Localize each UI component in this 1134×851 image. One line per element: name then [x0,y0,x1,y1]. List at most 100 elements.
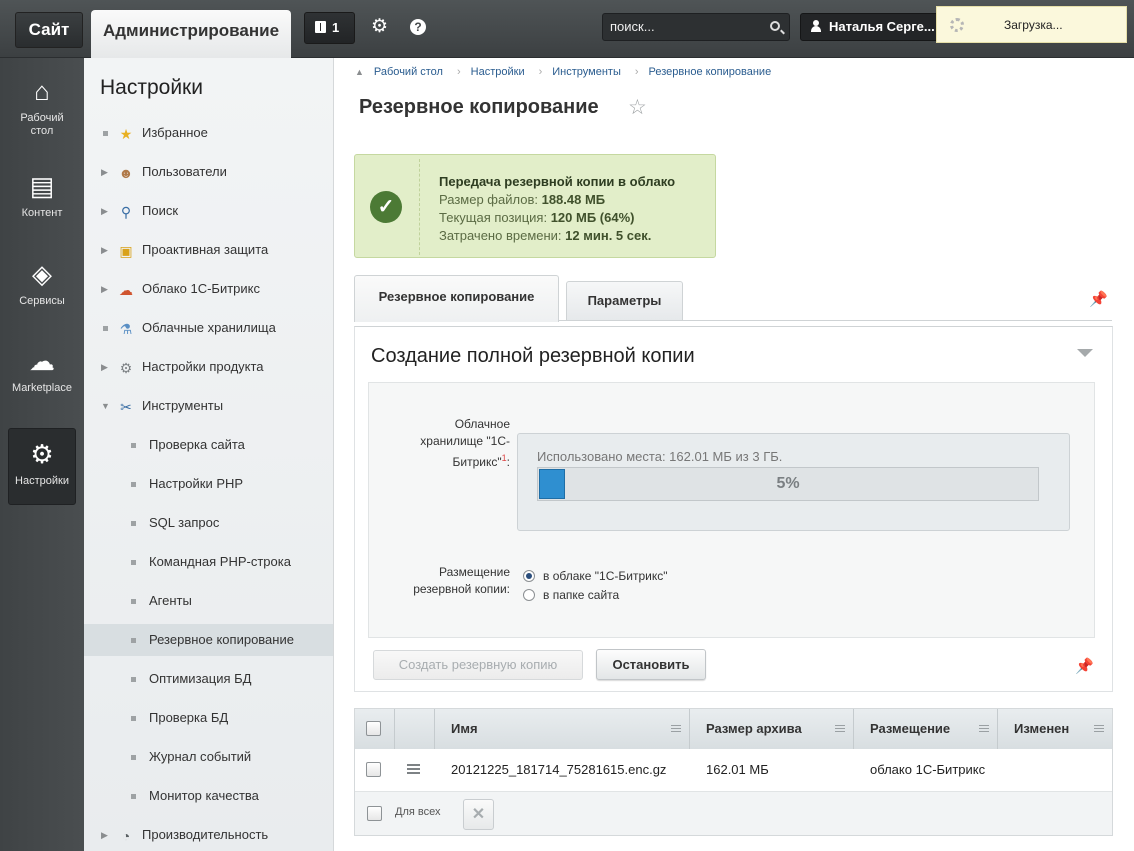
user-menu-button[interactable]: Наталья Серге... [800,13,950,41]
create-backup-button[interactable]: Создать резервную копию [373,650,583,680]
menu-item-users[interactable]: ▶ ☻ Пользователи [84,156,333,188]
document-icon: ▤ [29,171,55,201]
search-input[interactable]: поиск... [602,13,790,41]
submenu-item-php-cli[interactable]: Командная PHP-строка [84,546,333,578]
menu-item-product-settings[interactable]: ▶ ⚙ Настройки продукта [84,351,333,383]
tab-backup[interactable]: Резервное копирование [354,275,559,322]
time-label: Затрачено времени: [439,228,562,243]
radio-option-cloud[interactable]: в облаке "1С-Битрикс" [523,569,773,583]
nav-services[interactable]: ◈ Сервисы [8,259,76,319]
radio-button[interactable] [523,589,535,601]
column-name[interactable]: Имя [435,709,690,749]
submenu-item-label: Оптимизация БД [149,671,252,686]
admin-tab[interactable]: Администрирование [91,10,291,58]
submenu-item-db-check[interactable]: Проверка БД [84,702,333,734]
nav-label: Настройки [15,475,69,487]
favorite-star-icon[interactable]: ☆ [628,95,647,120]
menu-item-favorites[interactable]: ★ Избранное [84,117,333,149]
cell-size: 162.01 МБ [706,762,769,777]
label-colon: : [506,455,510,469]
breadcrumb-item[interactable]: Инструменты [552,66,621,78]
menu-item-label: Проактивная защита [142,242,269,257]
submenu-item-event-log[interactable]: Журнал событий [84,741,333,773]
submenu-item-db-optimize[interactable]: Оптимизация БД [84,663,333,695]
column-menu-icon[interactable] [1094,725,1104,732]
row-menu-icon[interactable] [407,764,420,774]
gauge-icon: ◔ [121,828,131,844]
stop-button[interactable]: Остановить [596,649,706,680]
position-label: Текущая позиция: [439,210,548,225]
message-text: Передача резервной копии в облако Размер… [439,173,675,245]
nav-settings[interactable]: ⚙ Настройки [8,428,76,505]
expand-arrow-icon[interactable]: ▶ [101,351,108,383]
cell-name: 20121225_181714_75281615.enc.gz [451,762,667,777]
quota-progress-bar: 5% [537,467,1039,501]
cloud-label-text: Облачное хранилище "1С-Битрикс" [420,417,510,469]
expand-arrow-icon[interactable]: ▶ [101,819,108,851]
row-checkbox[interactable] [366,762,381,777]
menu-item-cloud[interactable]: ▶ ☁ Облако 1С-Битрикс [84,273,333,305]
submenu-item-label: SQL запрос [149,515,220,530]
column-modified[interactable]: Изменен [998,709,1112,749]
pin-icon[interactable]: 📌 [1075,657,1094,675]
expand-arrow-icon[interactable]: ▶ [101,234,108,266]
delete-button[interactable]: ✕ [463,799,494,830]
column-menu-icon[interactable] [979,725,989,732]
expand-arrow-icon[interactable]: ▶ [101,156,108,188]
backup-form: Облачное хранилище "1С-Битрикс"1: Исполь… [368,382,1095,638]
bullet [131,716,136,721]
help-icon[interactable]: ? [410,19,426,35]
user-icon: ☻ [118,165,134,181]
column-menu-icon[interactable] [671,725,681,732]
submenu-item-sql[interactable]: SQL запрос [84,507,333,539]
expand-arrow-icon[interactable]: ▶ [101,195,108,227]
notifications-button[interactable]: 1 [304,12,355,44]
cog-icon: ⚙ [119,360,133,376]
bullet [103,131,108,136]
chevron-right-icon: › [634,66,639,78]
menu-item-performance[interactable]: ▶ ◔ Производительность [84,819,333,851]
radio-option-site-folder[interactable]: в папке сайта [523,588,773,602]
nav-marketplace[interactable]: ☁ Marketplace [8,346,76,406]
submenu-item-agents[interactable]: Агенты [84,585,333,617]
submenu-item-site-check[interactable]: Проверка сайта [84,429,333,461]
collapse-arrow-icon[interactable]: ▼ [101,390,110,422]
column-menu-icon[interactable] [835,725,845,732]
nav-content[interactable]: ▤ Контент [8,171,76,231]
table-row[interactable]: 20121225_181714_75281615.enc.gz 162.01 М… [355,750,1112,790]
radio-button[interactable] [523,570,535,582]
search-icon[interactable] [770,21,780,31]
up-arrow-icon[interactable]: ▲ [355,67,364,77]
menu-item-tools[interactable]: ▼ ✂ Инструменты [84,390,333,422]
submenu-item-backup[interactable]: Резервное копирование [84,624,333,656]
gear-icon[interactable]: ⚙ [371,16,388,38]
collapse-icon[interactable] [1077,349,1093,357]
column-size[interactable]: Размер архива [690,709,854,749]
radio-label: в папке сайта [543,588,620,602]
menu-item-proactive[interactable]: ▶ ▣ Проактивная защита [84,234,333,266]
pin-icon[interactable]: 📌 [1089,290,1108,308]
cell-placement: облако 1С-Битрикс [870,762,986,777]
submenu-item-php-settings[interactable]: Настройки PHP [84,468,333,500]
breadcrumb-item[interactable]: Резервное копирование [649,66,772,78]
star-icon: ★ [119,126,133,142]
settings-menu: Настройки ★ Избранное ▶ ☻ Пользователи ▶ ⚲ По… [84,58,334,851]
column-placement[interactable]: Размещение [854,709,998,749]
table-footer: Для всех ✕ [355,791,1112,835]
cloud-icon: ☁ [119,282,133,298]
breadcrumb-item[interactable]: Настройки [471,66,525,78]
for-all-checkbox[interactable] [367,806,382,821]
bullet [131,482,136,487]
site-button[interactable]: Сайт [15,12,83,48]
tab-parameters[interactable]: Параметры [566,281,683,321]
select-all-checkbox[interactable] [366,721,381,736]
quota-box: Использовано места: 162.01 МБ из 3 ГБ. 5… [517,433,1070,531]
expand-arrow-icon[interactable]: ▶ [101,273,108,305]
menu-item-search[interactable]: ▶ ⚲ Поиск [84,195,333,227]
panel-title: Создание полной резервной копии [371,345,695,367]
backup-table: Имя Размер архива Размещение Изменен 201… [354,708,1113,836]
submenu-item-quality-monitor[interactable]: Монитор качества [84,780,333,812]
menu-item-cloud-storage[interactable]: ⚗ Облачные хранилища [84,312,333,344]
breadcrumb-item[interactable]: Рабочий стол [374,66,443,78]
nav-desktop[interactable]: ⌂ Рабочий стол [8,76,76,146]
